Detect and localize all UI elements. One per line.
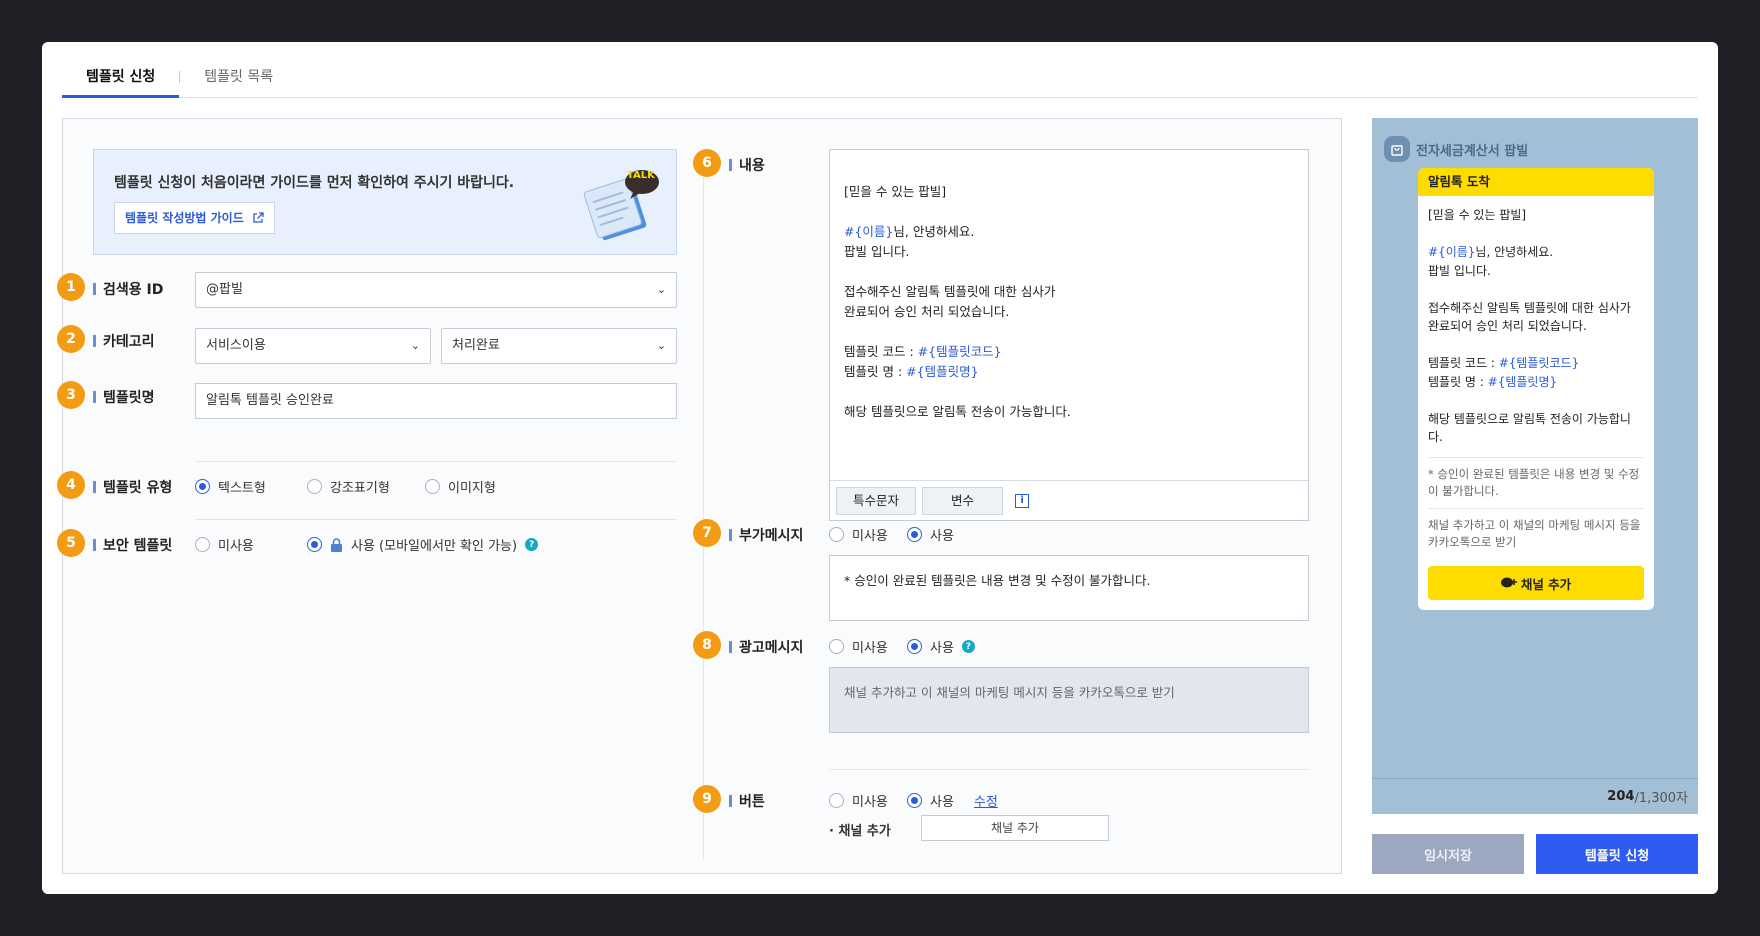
step-badge: 9 (693, 785, 721, 813)
channel-add-label: · 채널 추가 (829, 820, 891, 839)
extra-message-label: 부가메시지 (729, 525, 803, 545)
variable-button[interactable]: 변수 (922, 487, 1003, 515)
radio-extra-off[interactable]: 미사용 (829, 525, 907, 544)
step-badge: 2 (57, 325, 85, 353)
char-counter: 204 /1,300자 (1372, 778, 1698, 814)
content-editor[interactable]: [믿을 수 있는 팝빌] #{이름}님, 안녕하세요. 팝빌 입니다. 접수해주… (829, 149, 1309, 521)
tab-template-apply[interactable]: 템플릿 신청 (62, 62, 179, 98)
secure-template-label: 보안 템플릿 (93, 535, 172, 555)
step-badge: 1 (57, 273, 85, 301)
template-type-label: 템플릿 유형 (93, 477, 172, 497)
chevron-down-icon: ⌄ (657, 273, 666, 307)
external-link-icon (252, 212, 264, 224)
category-sub-value: 처리완료 (452, 338, 500, 353)
chevron-down-icon: ⌄ (657, 329, 666, 363)
category-label: 카테고리 (93, 331, 155, 351)
radio-button-off[interactable]: 미사용 (829, 791, 907, 810)
preview-header: 전자세금계산서 팝빌 (1384, 136, 1528, 162)
column-divider (703, 159, 704, 859)
divider (195, 519, 677, 520)
template-type-group: 텍스트형 강조표기형 이미지형 (195, 477, 496, 496)
radio-button-on[interactable]: 사용 (907, 791, 954, 810)
step-badge: 5 (57, 529, 85, 557)
channel-add-input[interactable]: 채널 추가 (921, 815, 1109, 841)
search-id-label: 검색용 ID (93, 279, 163, 299)
divider (195, 461, 677, 462)
category-main-select[interactable]: 서비스이용 ⌄ (195, 328, 431, 364)
edit-button-link[interactable]: 수정 (974, 791, 998, 810)
tab-bar: 템플릿 신청 템플릿 목록 (62, 62, 1698, 98)
extra-message-group: 미사용 사용 (829, 525, 954, 544)
content-label: 내용 (729, 155, 765, 175)
special-chars-button[interactable]: 특수문자 (836, 487, 916, 515)
chevron-down-icon: ⌄ (411, 329, 420, 363)
ad-message-textarea: 채널 추가하고 이 채널의 마케팅 메시지 등을 카카오톡으로 받기 (829, 667, 1309, 733)
radio-text-type[interactable]: 텍스트형 (195, 477, 307, 496)
preview-body: [믿을 수 있는 팝빌] #{이름}님, 안녕하세요. 팝빌 입니다. 접수해주… (1418, 196, 1654, 457)
content-toolbar: 특수문자 변수 i (830, 480, 1308, 520)
step-badge: 4 (57, 471, 85, 499)
radio-extra-on[interactable]: 사용 (907, 525, 954, 544)
radio-secure-off[interactable]: 미사용 (195, 535, 307, 554)
kakao-chat-plus-icon (1501, 577, 1517, 589)
guide-banner: 템플릿 신청이 처음이라면 가이드를 먼저 확인하여 주시기 바랍니다. 템플릿… (93, 149, 677, 255)
char-max: /1,300자 (1634, 787, 1688, 806)
preview-note: * 승인이 완료된 템플릿은 내용 변경 및 수정이 불가합니다. (1418, 458, 1654, 508)
radio-ad-on[interactable]: 사용? (907, 637, 975, 656)
info-icon[interactable]: i (1015, 494, 1029, 508)
preview-sender: 전자세금계산서 팝빌 (1416, 140, 1528, 159)
guide-button-label: 템플릿 작성방법 가이드 (125, 203, 244, 233)
button-group: 미사용 사용 수정 (829, 791, 998, 810)
help-icon[interactable]: ? (962, 640, 975, 653)
template-form: 템플릿 신청이 처음이라면 가이드를 먼저 확인하여 주시기 바랍니다. 템플릿… (62, 118, 1342, 874)
ad-message-group: 미사용 사용? (829, 637, 975, 656)
search-id-value: @팝빌 (206, 282, 243, 297)
step-badge: 3 (57, 381, 85, 409)
extra-message-textarea[interactable]: * 승인이 완료된 템플릿은 내용 변경 및 수정이 불가합니다. (829, 555, 1309, 621)
step-badge: 7 (693, 519, 721, 547)
button-label: 버튼 (729, 791, 765, 811)
talk-label: TALK (627, 170, 655, 181)
char-count: 204 (1607, 789, 1634, 804)
category-sub-select[interactable]: 처리완료 ⌄ (441, 328, 677, 364)
category-main-value: 서비스이용 (206, 338, 266, 353)
secure-template-group: 미사용 사용 (모바일에서만 확인 가능) ? (195, 535, 538, 554)
step-badge: 6 (693, 149, 721, 177)
radio-ad-off[interactable]: 미사용 (829, 637, 907, 656)
template-name-label: 템플릿명 (93, 387, 155, 407)
submit-template-button[interactable]: 템플릿 신청 (1536, 834, 1698, 874)
radio-image-type[interactable]: 이미지형 (425, 477, 496, 496)
guide-text: 템플릿 신청이 처음이라면 가이드를 먼저 확인하여 주시기 바랍니다. (114, 172, 514, 192)
preview-card-title: 알림톡 도착 (1418, 168, 1654, 196)
divider (829, 769, 1309, 770)
radio-emphasis-type[interactable]: 강조표기형 (307, 477, 425, 496)
preview-ad-note: 채널 추가하고 이 채널의 마케팅 메시지 등을 카카오톡으로 받기 (1418, 509, 1654, 559)
guide-button[interactable]: 템플릿 작성방법 가이드 (114, 202, 275, 234)
preview-card: 알림톡 도착 [믿을 수 있는 팝빌] #{이름}님, 안녕하세요. 팝빌 입니… (1418, 168, 1654, 610)
lock-icon (330, 538, 343, 552)
template-name-input[interactable]: 알림톡 템플릿 승인완료 (195, 383, 677, 419)
step-badge: 8 (693, 631, 721, 659)
help-icon[interactable]: ? (525, 538, 538, 551)
content-text: [믿을 수 있는 팝빌] #{이름}님, 안녕하세요. 팝빌 입니다. 접수해주… (830, 150, 1308, 434)
ad-message-label: 광고메시지 (729, 637, 803, 657)
radio-secure-on[interactable]: 사용 (모바일에서만 확인 가능) ? (307, 535, 538, 554)
save-draft-button[interactable]: 임시저장 (1372, 834, 1524, 874)
tab-template-list[interactable]: 템플릿 목록 (180, 62, 297, 98)
template-panel: 템플릿 신청 템플릿 목록 템플릿 신청이 처음이라면 가이드를 먼저 확인하여… (42, 42, 1718, 894)
search-id-select[interactable]: @팝빌 ⌄ (195, 272, 677, 308)
preview-channel-button[interactable]: 채널 추가 (1428, 566, 1644, 600)
shopping-bag-icon (1384, 136, 1410, 162)
message-preview: 전자세금계산서 팝빌 알림톡 도착 [믿을 수 있는 팝빌] #{이름}님, 안… (1372, 118, 1698, 814)
